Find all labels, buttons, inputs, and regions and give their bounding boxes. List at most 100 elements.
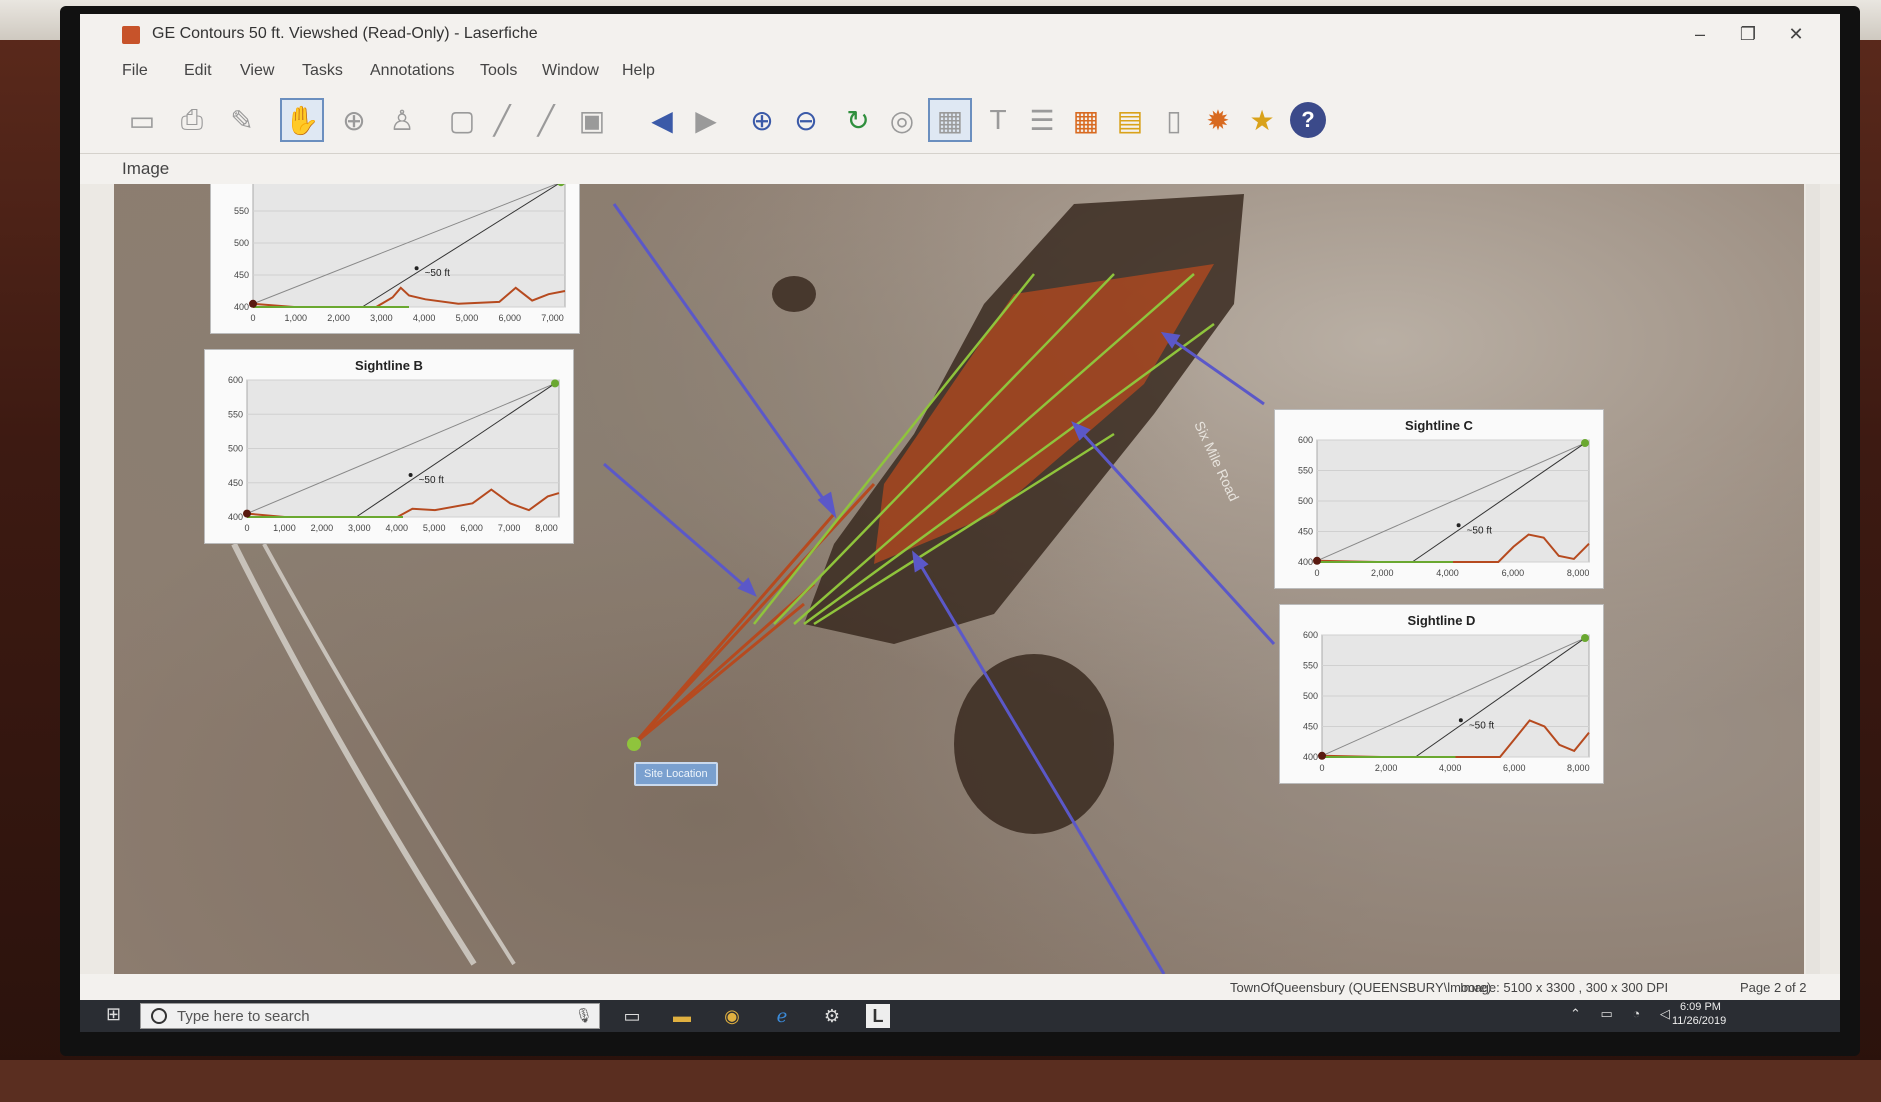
vertical-scrollbar[interactable] bbox=[1806, 184, 1820, 974]
menu-bar: File Edit View Tasks Annotations Tools W… bbox=[80, 54, 1840, 88]
close-button[interactable]: ✕ bbox=[1776, 20, 1816, 48]
zoom-in-icon[interactable]: ⊕ bbox=[740, 98, 784, 142]
menu-annotations[interactable]: Annotations bbox=[370, 62, 455, 80]
status-image-info: Image: 5100 x 3300 , 300 x 300 DPI bbox=[1460, 980, 1669, 995]
menu-window[interactable]: Window bbox=[542, 62, 599, 80]
edge-icon[interactable]: ℯ bbox=[770, 1004, 794, 1028]
x-tick-label: 8,000 bbox=[535, 523, 558, 533]
highway bbox=[231, 542, 477, 966]
sightline-segment bbox=[633, 602, 805, 746]
x-tick-label: 2,000 bbox=[1371, 568, 1394, 578]
thumbnails-icon[interactable]: ▦ bbox=[1064, 98, 1108, 142]
highlighter-icon[interactable]: ╱ bbox=[480, 98, 524, 142]
laserfiche-taskbar-icon[interactable]: L bbox=[866, 1004, 890, 1028]
pen-icon[interactable]: ✎ bbox=[220, 98, 264, 142]
y-tick-label: 600 bbox=[1303, 630, 1318, 640]
x-tick-label: 2,000 bbox=[311, 523, 334, 533]
settings-gear-icon[interactable]: ✹ bbox=[1196, 98, 1240, 142]
laserfiche-app-icon bbox=[122, 26, 140, 44]
x-tick-label: 8,000 bbox=[1567, 568, 1590, 578]
save-icon[interactable]: ▭ bbox=[120, 98, 164, 142]
x-tick-label: 4,000 bbox=[385, 523, 408, 533]
sightline-b-chart-panel: Sightline B 600 550 500 450 400 0 1,000 2,000 3,0… bbox=[204, 349, 574, 544]
y-tick-label: 450 bbox=[1303, 722, 1318, 732]
system-tray-icons[interactable]: ⌃ ▭ ◔ ◁ bbox=[1570, 1006, 1678, 1022]
menu-view[interactable]: View bbox=[240, 62, 274, 80]
help-icon[interactable]: ? bbox=[1290, 102, 1326, 138]
maximize-button[interactable]: ❐ bbox=[1728, 20, 1768, 48]
menu-tasks[interactable]: Tasks bbox=[302, 62, 343, 80]
x-tick-label: 3,000 bbox=[348, 523, 371, 533]
annotation-label: ~50 ft bbox=[1467, 525, 1493, 536]
text-box-icon[interactable]: ▣ bbox=[570, 98, 614, 142]
chart-title: Sightline D bbox=[1408, 613, 1476, 628]
x-tick-label: 6,000 bbox=[460, 523, 483, 533]
y-tick-label: 550 bbox=[234, 206, 249, 216]
x-tick-label: 0 bbox=[250, 313, 255, 323]
y-tick-label: 450 bbox=[234, 270, 249, 280]
star-icon[interactable]: ★ bbox=[1240, 98, 1284, 142]
y-tick-label: 450 bbox=[228, 478, 243, 488]
menu-edit[interactable]: Edit bbox=[184, 62, 212, 80]
aerial-map-image[interactable]: Six Mile Road 60055050045040001,0002,000… bbox=[114, 184, 1804, 974]
x-tick-label: 3,000 bbox=[370, 313, 393, 323]
site-location-tag[interactable]: Site Location bbox=[634, 762, 718, 786]
settings-icon[interactable]: ⚙ bbox=[820, 1004, 844, 1028]
y-tick-label: 550 bbox=[228, 409, 243, 419]
menu-help[interactable]: Help bbox=[622, 62, 655, 80]
stamp-icon[interactable]: ♙ bbox=[380, 98, 424, 142]
profile-chart-svg: Sightline B 600 550 500 450 4000 1,000 2,000 3,0… bbox=[228, 358, 560, 533]
previous-page-icon[interactable]: ◀ bbox=[640, 98, 684, 142]
sightline-a-chart-panel: 60055050045040001,0002,0003,0004,0005,00… bbox=[210, 184, 580, 334]
zoom-region-icon[interactable]: ⊕ bbox=[332, 98, 376, 142]
view-label: Image bbox=[122, 159, 170, 178]
annotations-panel-icon[interactable]: ▤ bbox=[1108, 98, 1152, 142]
y-tick-label: 450 bbox=[1298, 527, 1313, 537]
x-tick-label: 4,000 bbox=[413, 313, 436, 323]
menu-file[interactable]: File bbox=[122, 62, 148, 80]
page-icon[interactable]: ▢ bbox=[440, 98, 484, 142]
pointer-arrow bbox=[603, 462, 755, 596]
x-tick-label: 5,000 bbox=[423, 523, 446, 533]
y-tick-label: 550 bbox=[1303, 661, 1318, 671]
print-icon[interactable]: ⎙ bbox=[170, 98, 214, 142]
y-tick-label: 500 bbox=[234, 238, 249, 248]
text-view-icon[interactable]: T bbox=[976, 98, 1020, 142]
image-view-icon[interactable]: ▦ bbox=[928, 98, 972, 142]
clock-time: 6:09 PM bbox=[1680, 1001, 1721, 1013]
sightline-d-chart-panel: Sightline D 600 550 500 450 400 0 2,000 4,000 6,0… bbox=[1279, 604, 1604, 784]
profile-chart-svg: 60055050045040001,0002,0003,0004,0005,00… bbox=[234, 184, 566, 323]
pointer-arrow bbox=[612, 203, 836, 515]
minimize-button[interactable]: – bbox=[1680, 20, 1720, 48]
chrome-icon[interactable]: ◉ bbox=[720, 1004, 744, 1028]
menu-tools[interactable]: Tools bbox=[480, 62, 517, 80]
view-label-bar: Image bbox=[80, 154, 1840, 184]
rotate-icon[interactable]: ↻ bbox=[836, 98, 880, 142]
windows-taskbar: ⊞ Type here to search 🎙 ▭ ▬ ◉ ℯ ⚙ L ⌃ ▭ … bbox=[80, 1000, 1840, 1032]
window-title-bar[interactable]: GE Contours 50 ft. Viewshed (Read-Only) … bbox=[80, 14, 1840, 54]
y-tick-label: 500 bbox=[228, 444, 243, 454]
pointer-arrow bbox=[912, 553, 1166, 974]
taskbar-search-box[interactable]: Type here to search 🎙 bbox=[140, 1003, 600, 1029]
task-view-icon[interactable]: ▭ bbox=[620, 1004, 644, 1028]
line-icon[interactable]: ╱ bbox=[524, 98, 568, 142]
profile-chart-svg: Sightline D 600 550 500 450 4000 2,000 4,000 6,0… bbox=[1303, 613, 1590, 773]
y-tick-label: 550 bbox=[1298, 466, 1313, 476]
y-tick-label: 400 bbox=[234, 302, 249, 312]
file-explorer-icon[interactable]: ▬ bbox=[670, 1004, 694, 1028]
next-page-icon[interactable]: ▶ bbox=[684, 98, 728, 142]
y-tick-label: 600 bbox=[228, 375, 243, 385]
status-user: TownOfQueensbury (QUEENSBURY\lmoore) bbox=[1230, 980, 1492, 995]
target-point bbox=[1581, 634, 1589, 643]
pan-hand-icon[interactable]: ✋ bbox=[280, 98, 324, 142]
site-marker[interactable] bbox=[627, 737, 641, 751]
fields-icon[interactable]: ☰ bbox=[1020, 98, 1064, 142]
ocr-icon[interactable]: ◎ bbox=[880, 98, 924, 142]
y-tick-label: 500 bbox=[1298, 496, 1313, 506]
chart-title: Sightline B bbox=[355, 358, 423, 373]
zoom-out-icon[interactable]: ⊖ bbox=[784, 98, 828, 142]
document-icon[interactable]: ▯ bbox=[1152, 98, 1196, 142]
microphone-icon[interactable]: 🎙 bbox=[575, 1007, 593, 1024]
windows-start-icon[interactable]: ⊞ bbox=[106, 1004, 130, 1028]
x-tick-label: 8,000 bbox=[1567, 763, 1590, 773]
